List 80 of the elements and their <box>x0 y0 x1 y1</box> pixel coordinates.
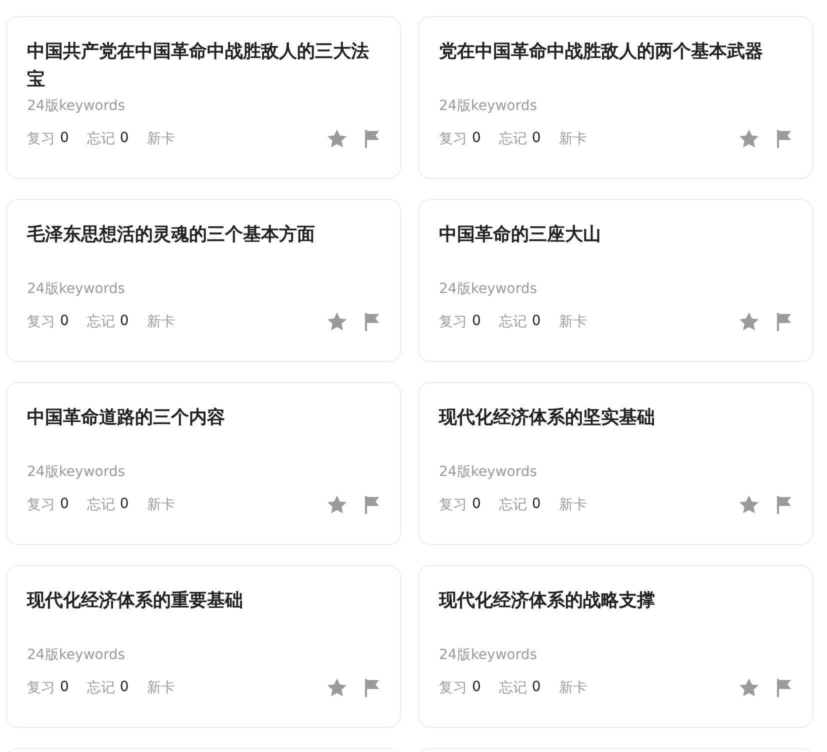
stat-label: 忘记 <box>86 130 115 148</box>
stat-value: 0 <box>60 496 69 514</box>
stat-value: 0 <box>60 678 69 696</box>
stat-label: 复习 <box>27 678 55 696</box>
new-card-label: 新卡 <box>146 678 175 696</box>
deck-source: 24版keywords <box>27 463 126 482</box>
flag-icon[interactable] <box>364 678 380 696</box>
stat-label: 复习 <box>27 312 55 330</box>
star-icon[interactable] <box>327 312 347 331</box>
card[interactable]: 中国革命道路的三个内容 24版keywords 复习 0 忘记 0 新卡 <box>6 382 401 545</box>
flag-icon[interactable] <box>776 496 792 514</box>
card-title: 党在中国革命中战胜敌人的两个基本武器 <box>439 40 764 64</box>
stat-label: 忘记 <box>498 678 527 696</box>
new-card-label: 新卡 <box>558 130 587 148</box>
stat-value: 0 <box>120 130 129 148</box>
flag-icon[interactable] <box>364 130 380 148</box>
stat-value: 0 <box>120 496 129 514</box>
card[interactable]: 党在中国革命中战胜敌人的两个基本武器 24版keywords 复习 0 忘记 0 新卡 <box>418 16 813 179</box>
stat-label: 复习 <box>27 496 55 514</box>
deck-source: 24版keywords <box>439 463 538 482</box>
new-card-label: 新卡 <box>558 312 587 330</box>
stat-value: 0 <box>120 678 129 696</box>
card[interactable]: 现代化经济体系的坚实基础 24版keywords 复习 0 忘记 0 新卡 <box>418 382 813 545</box>
star-icon[interactable] <box>739 678 759 697</box>
card-title: 现代化经济体系的坚实基础 <box>439 406 656 430</box>
card-title: 中国共产党在中国革命中战胜敌人的三大法宝 <box>27 40 370 92</box>
stat-value: 0 <box>60 312 69 330</box>
stat-value: 0 <box>472 312 481 330</box>
card-title: 中国革命的三座大山 <box>439 223 602 247</box>
deck-source: 24版keywords <box>439 97 538 116</box>
star-icon[interactable] <box>739 129 759 148</box>
deck-source: 24版keywords <box>27 646 126 665</box>
stat-value: 0 <box>532 496 541 514</box>
flag-icon[interactable] <box>364 496 380 514</box>
new-card-label: 新卡 <box>146 312 175 330</box>
stat-label: 复习 <box>439 496 467 514</box>
star-icon[interactable] <box>327 495 347 514</box>
stat-value: 0 <box>60 130 69 148</box>
card-title: 中国革命道路的三个内容 <box>27 406 226 430</box>
star-icon[interactable] <box>739 495 759 514</box>
stat-label: 复习 <box>439 312 467 330</box>
stat-value: 0 <box>532 130 541 148</box>
stat-value: 0 <box>472 130 481 148</box>
new-card-label: 新卡 <box>146 496 175 514</box>
flag-icon[interactable] <box>776 312 792 330</box>
stat-label: 复习 <box>27 130 55 148</box>
stat-value: 0 <box>472 496 481 514</box>
deck-source: 24版keywords <box>27 97 126 116</box>
card[interactable]: 现代化经济体系的战略支撑 24版keywords 复习 0 忘记 0 新卡 <box>418 565 813 728</box>
new-card-label: 新卡 <box>558 678 587 696</box>
star-icon[interactable] <box>739 312 759 331</box>
stat-label: 复习 <box>439 130 467 148</box>
card-title: 现代化经济体系的重要基础 <box>27 589 244 613</box>
new-card-label: 新卡 <box>146 130 175 148</box>
flag-icon[interactable] <box>776 130 792 148</box>
stat-value: 0 <box>472 678 481 696</box>
star-icon[interactable] <box>327 678 347 697</box>
new-card-label: 新卡 <box>558 496 587 514</box>
card[interactable]: 中国革命的三座大山 24版keywords 复习 0 忘记 0 新卡 <box>418 199 813 362</box>
stat-label: 复习 <box>439 678 467 696</box>
card-title: 毛泽东思想活的灵魂的三个基本方面 <box>27 223 316 247</box>
card[interactable]: 现代化经济体系的重要基础 24版keywords 复习 0 忘记 0 新卡 <box>6 565 401 728</box>
stat-value: 0 <box>120 312 129 330</box>
stat-label: 忘记 <box>498 130 527 148</box>
card[interactable]: 毛泽东思想活的灵魂的三个基本方面 24版keywords 复习 0 忘记 0 新卡 <box>6 199 401 362</box>
stat-label: 忘记 <box>498 312 527 330</box>
star-icon[interactable] <box>327 129 347 148</box>
stat-label: 忘记 <box>498 496 527 514</box>
stat-label: 忘记 <box>86 312 115 330</box>
stat-value: 0 <box>532 312 541 330</box>
deck-source: 24版keywords <box>439 280 538 299</box>
stat-value: 0 <box>532 678 541 696</box>
stat-label: 忘记 <box>86 496 115 514</box>
deck-source: 24版keywords <box>439 646 538 665</box>
stat-label: 忘记 <box>86 678 115 696</box>
card[interactable]: 中国共产党在中国革命中战胜敌人的三大法宝 24版keywords 复习 0 忘记 0 新卡 <box>6 16 401 179</box>
card-title: 现代化经济体系的战略支撑 <box>439 589 656 613</box>
flag-icon[interactable] <box>364 312 380 330</box>
flag-icon[interactable] <box>776 678 792 696</box>
deck-source: 24版keywords <box>27 280 126 299</box>
